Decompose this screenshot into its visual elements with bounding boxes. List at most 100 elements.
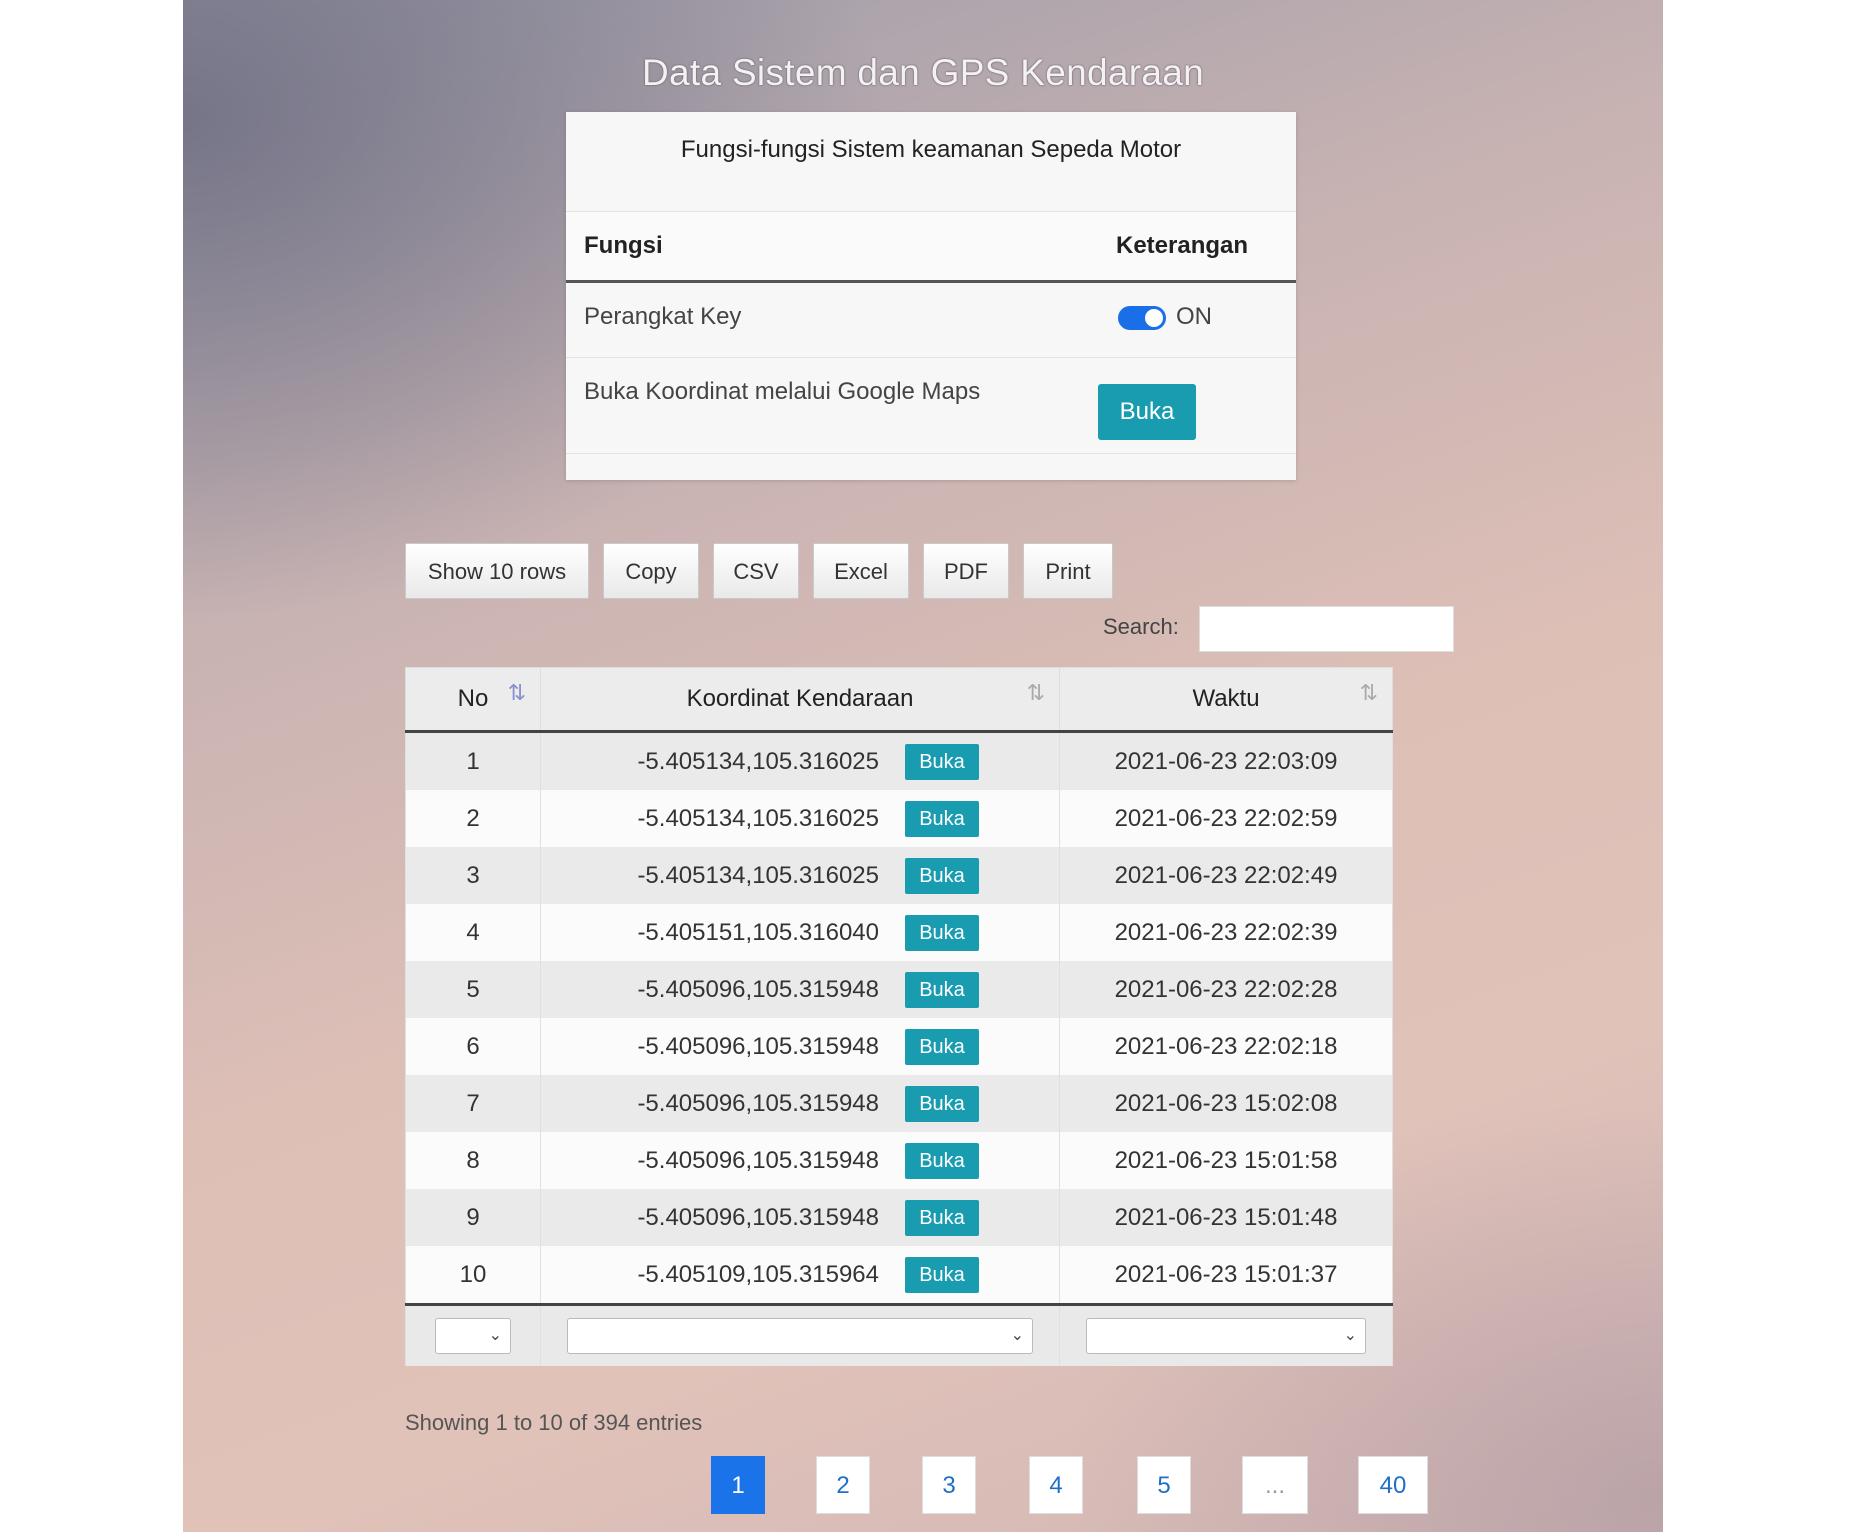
cell-koordinat: -5.405096,105.315948 Buka — [540, 1018, 1060, 1075]
cell-waktu: 2021-06-23 22:02:59 — [1059, 790, 1393, 847]
col-fungsi-header: Fungsi — [566, 212, 1098, 283]
data-table: No ⇅ Koordinat Kendaraan ⇅ Waktu ⇅ 1 -5.… — [405, 667, 1393, 1366]
filter-no-select[interactable]: ⌄ — [435, 1318, 511, 1354]
search-label: Search: — [1103, 614, 1179, 639]
header-no-label: No — [457, 685, 489, 712]
toggle-state-label: ON — [1176, 303, 1212, 330]
cell-no: 9 — [405, 1189, 541, 1246]
chevron-down-icon: ⌄ — [488, 1327, 502, 1344]
cell-koordinat: -5.405096,105.315948 Buka — [540, 1132, 1060, 1189]
header-no[interactable]: No ⇅ — [405, 667, 541, 733]
page-background: Data Sistem dan GPS Kendaraan Fungsi-fun… — [183, 0, 1663, 1532]
sort-icon[interactable]: ⇅ — [1027, 680, 1045, 706]
show-rows-button[interactable]: Show 10 rows — [405, 543, 589, 599]
page-button-5[interactable]: 5 — [1137, 1456, 1191, 1514]
chevron-down-icon: ⌄ — [1010, 1327, 1024, 1344]
cell-koordinat: -5.405096,105.315948 Buka — [540, 1189, 1060, 1246]
page-button-1[interactable]: 1 — [711, 1456, 765, 1514]
cell-waktu: 2021-06-23 22:02:18 — [1059, 1018, 1393, 1075]
page-button-4[interactable]: 4 — [1029, 1456, 1083, 1514]
coordinate-text: -5.405134,105.316025 — [637, 862, 879, 889]
header-koordinat-label: Koordinat Kendaraan — [686, 685, 914, 712]
page-ellipsis: ... — [1242, 1456, 1308, 1514]
cell-waktu: 2021-06-23 15:01:58 — [1059, 1132, 1393, 1189]
security-functions-card: Fungsi-fungsi Sistem keamanan Sepeda Mot… — [566, 112, 1296, 480]
cell-koordinat: -5.405134,105.316025 Buka — [540, 790, 1060, 847]
filter-cell-no: ⌄ — [405, 1303, 541, 1366]
open-location-button[interactable]: Buka — [905, 972, 979, 1008]
open-location-button[interactable]: Buka — [905, 801, 979, 837]
cell-koordinat: -5.405151,105.316040 Buka — [540, 904, 1060, 961]
coordinate-text: -5.405109,105.315964 — [637, 1261, 879, 1288]
table-row: 6 -5.405096,105.315948 Buka 2021-06-23 22… — [405, 1018, 1393, 1075]
cell-waktu: 2021-06-23 15:01:48 — [1059, 1189, 1393, 1246]
open-location-button[interactable]: Buka — [905, 1086, 979, 1122]
open-location-button[interactable]: Buka — [905, 858, 979, 894]
cell-waktu: 2021-06-23 15:01:37 — [1059, 1246, 1393, 1305]
cell-koordinat: -5.405134,105.316025 Buka — [540, 847, 1060, 904]
open-location-button[interactable]: Buka — [905, 915, 979, 951]
coordinate-text: -5.405134,105.316025 — [637, 805, 879, 832]
filter-cell-waktu: ⌄ — [1059, 1303, 1393, 1366]
sort-icon[interactable]: ⇅ — [1360, 680, 1378, 706]
csv-button[interactable]: CSV — [713, 543, 799, 599]
cell-waktu: 2021-06-23 22:03:09 — [1059, 731, 1393, 790]
header-waktu[interactable]: Waktu ⇅ — [1059, 667, 1393, 733]
table-row: 8 -5.405096,105.315948 Buka 2021-06-23 15… — [405, 1132, 1393, 1189]
filter-row: ⌄ ⌄ ⌄ — [405, 1303, 1393, 1366]
sort-asc-icon[interactable]: ⇅ — [508, 680, 526, 706]
chevron-down-icon: ⌄ — [1343, 1327, 1357, 1344]
print-button[interactable]: Print — [1023, 543, 1113, 599]
open-location-button[interactable]: Buka — [905, 744, 979, 780]
page-button-last[interactable]: 40 — [1358, 1456, 1428, 1514]
cell-koordinat: -5.405096,105.315948 Buka — [540, 1075, 1060, 1132]
coordinate-text: -5.405096,105.315948 — [637, 976, 879, 1003]
cell-koordinat: -5.405134,105.316025 Buka — [540, 731, 1060, 790]
functions-table: Fungsi Keterangan Perangkat Key ON Buka … — [566, 212, 1296, 454]
cell-no: 7 — [405, 1075, 541, 1132]
excel-button[interactable]: Excel — [813, 543, 909, 599]
coordinate-text: -5.405151,105.316040 — [637, 919, 879, 946]
filter-waktu-select[interactable]: ⌄ — [1086, 1318, 1366, 1354]
key-toggle-switch[interactable] — [1118, 305, 1166, 330]
table-row: 4 -5.405151,105.316040 Buka 2021-06-23 22… — [405, 904, 1393, 961]
table-row: 7 -5.405096,105.315948 Buka 2021-06-23 15… — [405, 1075, 1393, 1132]
search-input[interactable] — [1199, 606, 1454, 652]
cell-koordinat: -5.405109,105.315964 Buka — [540, 1246, 1060, 1305]
header-waktu-label: Waktu — [1192, 685, 1260, 712]
coordinate-text: -5.405096,105.315948 — [637, 1090, 879, 1117]
table-row: 10 -5.405109,105.315964 Buka 2021-06-23 1… — [405, 1246, 1393, 1305]
cell-no: 5 — [405, 961, 541, 1018]
page-button-2[interactable]: 2 — [816, 1456, 870, 1514]
cell-no: 4 — [405, 904, 541, 961]
coordinate-text: -5.405096,105.315948 — [637, 1033, 879, 1060]
cell-no: 8 — [405, 1132, 541, 1189]
table-row: 9 -5.405096,105.315948 Buka 2021-06-23 15… — [405, 1189, 1393, 1246]
open-location-button[interactable]: Buka — [905, 1143, 979, 1179]
open-location-button[interactable]: Buka — [905, 1029, 979, 1065]
entries-info: Showing 1 to 10 of 394 entries — [405, 1410, 703, 1435]
cell-waktu: 2021-06-23 22:02:28 — [1059, 961, 1393, 1018]
header-koordinat[interactable]: Koordinat Kendaraan ⇅ — [540, 667, 1060, 733]
page-button-3[interactable]: 3 — [922, 1456, 976, 1514]
open-location-button[interactable]: Buka — [905, 1200, 979, 1236]
open-maps-button[interactable]: Buka — [1098, 384, 1196, 440]
cell-no: 6 — [405, 1018, 541, 1075]
pdf-button[interactable]: PDF — [923, 543, 1009, 599]
cell-no: 10 — [405, 1246, 541, 1305]
cell-waktu: 2021-06-23 15:02:08 — [1059, 1075, 1393, 1132]
cell-waktu: 2021-06-23 22:02:49 — [1059, 847, 1393, 904]
table-row: 2 -5.405134,105.316025 Buka 2021-06-23 22… — [405, 790, 1393, 847]
table-row: 3 -5.405134,105.316025 Buka 2021-06-23 22… — [405, 847, 1393, 904]
table-row: 5 -5.405096,105.315948 Buka 2021-06-23 22… — [405, 961, 1393, 1018]
cell-waktu: 2021-06-23 22:02:39 — [1059, 904, 1393, 961]
cell-no: 2 — [405, 790, 541, 847]
copy-button[interactable]: Copy — [603, 543, 699, 599]
filter-koordinat-select[interactable]: ⌄ — [567, 1318, 1033, 1354]
coordinate-text: -5.405096,105.315948 — [637, 1204, 879, 1231]
card-header: Fungsi-fungsi Sistem keamanan Sepeda Mot… — [566, 112, 1296, 212]
filter-cell-koordinat: ⌄ — [540, 1303, 1060, 1366]
coordinate-text: -5.405134,105.316025 — [637, 748, 879, 775]
open-location-button[interactable]: Buka — [905, 1257, 979, 1293]
table-row: 1 -5.405134,105.316025 Buka 2021-06-23 22… — [405, 731, 1393, 790]
